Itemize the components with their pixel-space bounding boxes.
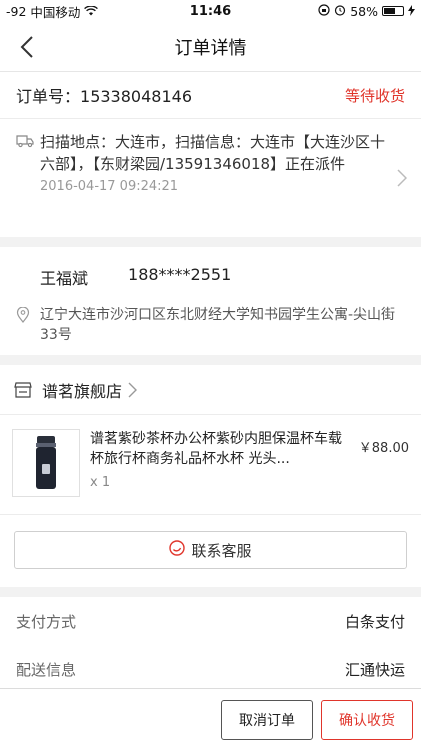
detail-key: 支付方式	[16, 612, 77, 631]
charging-icon	[408, 4, 415, 19]
order-number-label: 订单号：	[16, 87, 81, 106]
detail-value: 汇通快运	[344, 660, 405, 679]
page-title: 订单详情	[174, 37, 247, 59]
section-divider	[0, 355, 421, 365]
status-left: -92 中国移动	[6, 2, 99, 21]
recipient-row: 王福斌 188****2551	[16, 265, 405, 289]
section-divider	[0, 587, 421, 597]
logistics-info: 扫描地点：大连市，扫描信息：大连市【大连沙区十六部】，【东财梁园/1359134…	[40, 133, 386, 173]
product-item[interactable]: 谱茗紫砂茶杯办公杯紫砂内胆保温杯车载杯旅行杯商务礼品杯水杯 光头... x 1 …	[0, 415, 421, 515]
back-button[interactable]	[12, 32, 42, 62]
chevron-right-icon	[128, 382, 138, 398]
order-number: 订单号：15338048146	[16, 83, 192, 107]
status-right: 58%	[318, 4, 415, 19]
detail-key: 配送信息	[16, 660, 77, 679]
shop-section: 谱茗旗舰店 谱茗紫砂茶杯办公杯紫砂内胆保温杯车载杯旅行杯商务礼品杯水杯 光头..…	[0, 365, 421, 587]
contact-service-button[interactable]: 联系客服	[14, 531, 407, 569]
bottom-action-bar: 取消订单 确认收货	[0, 688, 421, 750]
confirm-receipt-button[interactable]: 确认收货	[321, 699, 413, 740]
logistics-tracking[interactable]: 扫描地点：大连市，扫描信息：大连市【大连沙区十六部】，【东财梁园/1359134…	[0, 119, 421, 237]
order-status: 等待收货	[344, 86, 405, 105]
signal-strength: -92	[6, 3, 27, 19]
shop-name: 谱茗旗舰店	[42, 381, 123, 401]
alarm-icon	[334, 4, 346, 19]
store-icon	[14, 381, 32, 398]
nav-bar: 订单详情	[0, 22, 421, 72]
recipient-name: 王福斌	[40, 269, 89, 288]
address-line: 辽宁大连市沙河口区东北财经大学知书园学生公寓-尖山街33号	[16, 305, 405, 345]
delivery-info-row: 配送信息 汇通快运	[0, 645, 421, 693]
chevron-left-icon	[20, 36, 33, 58]
product-title: 谱茗紫砂茶杯办公杯紫砂内胆保温杯车载杯旅行杯商务礼品杯水杯 光头...	[90, 431, 342, 467]
order-number-value: 15338048146	[80, 87, 192, 106]
rotation-lock-icon	[318, 3, 330, 19]
product-price: ￥88.00	[358, 441, 409, 456]
payment-method-row: 支付方式 白条支付	[0, 597, 421, 645]
detail-value: 白条支付	[344, 612, 405, 631]
shop-link[interactable]: 谱茗旗舰店	[0, 365, 421, 415]
status-bar: -92 中国移动 11:46 58%	[0, 0, 421, 22]
chevron-right-icon	[397, 169, 408, 191]
product-quantity: x 1	[90, 475, 111, 490]
order-number-row: 订单号：15338048146 等待收货	[0, 72, 421, 119]
address-detail: 辽宁大连市沙河口区东北财经大学知书园学生公寓-尖山街33号	[40, 307, 396, 343]
carrier-name: 中国移动	[30, 4, 81, 20]
recipient-phone: 188****2551	[128, 265, 232, 284]
battery-icon	[382, 6, 404, 16]
location-pin-icon	[16, 305, 40, 345]
truck-icon	[16, 133, 36, 223]
contact-service-label: 联系客服	[191, 541, 252, 560]
order-summary-section: 订单号：15338048146 等待收货 扫描地点：大连市，扫描信息：大连市【大…	[0, 72, 421, 237]
order-details: 支付方式 白条支付 配送信息 汇通快运	[0, 597, 421, 693]
cancel-order-button[interactable]: 取消订单	[221, 699, 313, 740]
logistics-time: 2016-04-17 09:24:21	[40, 179, 179, 194]
wifi-icon	[84, 4, 99, 19]
section-divider	[0, 237, 421, 247]
shipping-address: 王福斌 188****2551 辽宁大连市沙河口区东北财经大学知书园学生公寓-尖…	[0, 247, 421, 355]
product-image	[12, 429, 80, 497]
contact-wrap: 联系客服	[0, 515, 421, 587]
customer-service-icon	[169, 540, 186, 560]
battery-percent: 58%	[350, 3, 378, 19]
